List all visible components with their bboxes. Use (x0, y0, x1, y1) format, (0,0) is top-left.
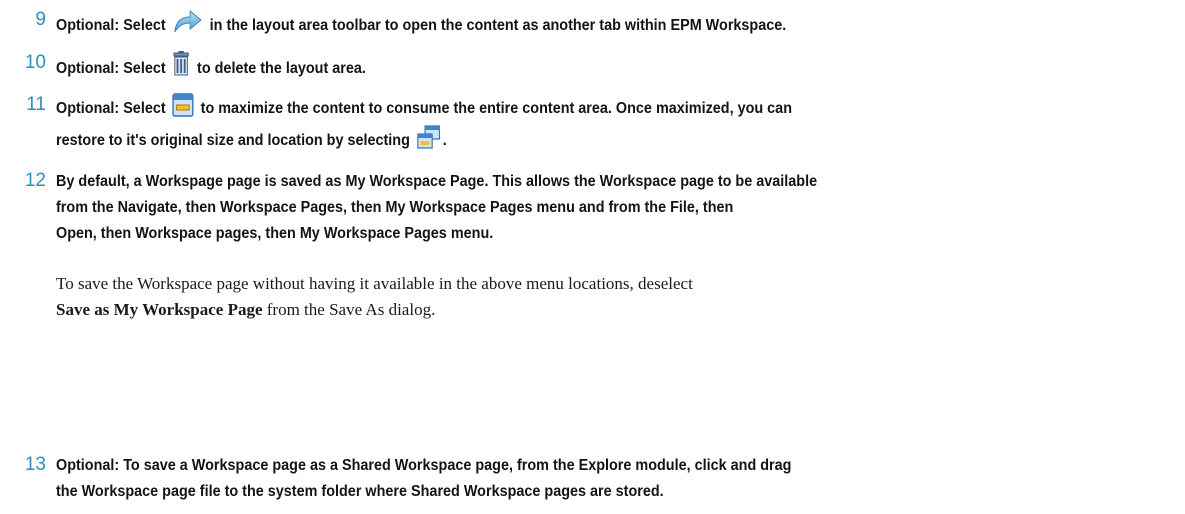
option-name: Save as My Workspace Page (56, 300, 263, 319)
step-number: 9 (35, 9, 46, 30)
step-text: Optional: Select in the layout area tool… (56, 8, 1064, 43)
open-in-tab-arrow-icon (172, 8, 203, 43)
step-text-line-2: the Workspace page file to the system fo… (56, 483, 664, 500)
menu-name-open: Open (56, 225, 93, 242)
step-text: Optional: To save a Workspace page as a … (56, 457, 792, 474)
step-number: 13 (24, 454, 46, 475)
maximize-window-icon (172, 93, 194, 126)
step-text-line-2: from the Navigate, then Workspace Pages,… (56, 199, 734, 216)
optional-label: Optional: (56, 60, 120, 77)
step-number: 11 (26, 94, 46, 115)
step-text: Optional: Select to maximize the content… (56, 93, 1064, 126)
note-paragraph: To save the Workspace page without havin… (56, 274, 693, 319)
menu-name-navigate: Navigate (117, 199, 178, 216)
step-text: By default, a Workspage page is saved as… (56, 173, 818, 190)
step-text-line-3: Open, then Workspace pages, then My Work… (56, 225, 494, 242)
menu-name-my-workspace-pages: My Workspace Pages (385, 199, 533, 216)
optional-label: Optional: (56, 457, 120, 474)
restore-windows-icon (416, 125, 440, 158)
menu-name-my-workspace-pages-2: My Workspace Pages (299, 225, 447, 242)
menu-name-file: File (670, 199, 695, 216)
trash-can-icon (172, 51, 190, 86)
optional-label: Optional: (56, 100, 120, 117)
menu-name-workspace-pages: Workspace Pages (220, 199, 344, 216)
optional-label: Optional: (56, 17, 120, 34)
menu-name-workspace-pages-lower: Workspace pages (135, 225, 258, 242)
step-number: 12 (24, 170, 46, 191)
step-text: Optional: Select to delete the layout ar… (56, 51, 1064, 86)
step-number: 10 (24, 52, 46, 73)
step-text-line-2: restore to it's original size and locati… (56, 125, 1064, 158)
document-page: 9 Optional: Select in the layout area to… (0, 0, 1185, 514)
